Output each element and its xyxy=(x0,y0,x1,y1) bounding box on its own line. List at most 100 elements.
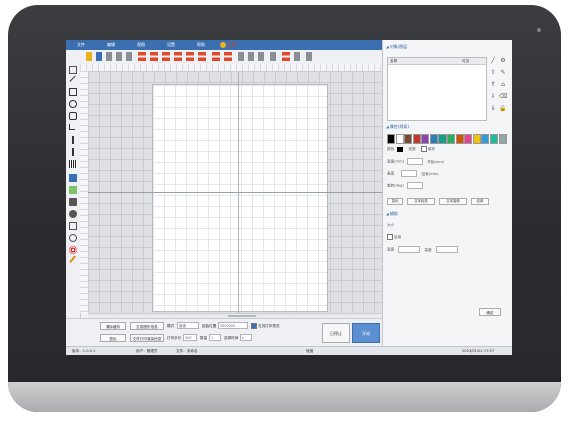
table-icon[interactable] xyxy=(69,198,77,206)
align-right-icon[interactable] xyxy=(162,52,170,61)
print-preview-check[interactable]: 支持打印预览 xyxy=(251,322,280,330)
render-info-button[interactable]: 文件打印渲染信息 xyxy=(130,334,164,342)
menu-file[interactable]: 文件 xyxy=(66,40,96,50)
layers-list[interactable]: 名称 可见 xyxy=(387,57,487,121)
swatch-gray[interactable] xyxy=(498,134,507,144)
apply-button[interactable]: 应用 xyxy=(471,198,489,205)
align-left-icon[interactable] xyxy=(138,52,146,61)
zoom-fit-icon[interactable] xyxy=(258,52,264,61)
transform-button[interactable]: 变化 xyxy=(387,198,403,205)
swatch-yellow[interactable] xyxy=(472,134,481,144)
grid-icon[interactable] xyxy=(270,52,276,61)
theme-menu[interactable]: 主题 xyxy=(220,42,236,48)
zoom-out-icon[interactable] xyxy=(248,52,254,61)
current-color-icon[interactable] xyxy=(397,146,404,152)
edit-icon[interactable]: ╱ xyxy=(489,57,497,65)
interval-label: 选择时间 xyxy=(224,336,239,340)
date-icon[interactable] xyxy=(69,234,77,242)
vertical-text-icon[interactable] xyxy=(72,148,74,156)
count-input[interactable]: 1 xyxy=(209,334,221,341)
lock-layer-icon[interactable]: 🔒 xyxy=(499,105,507,113)
align-bottom-icon[interactable] xyxy=(198,52,206,61)
menu-help[interactable]: 帮助 xyxy=(186,40,216,50)
line-icon[interactable] xyxy=(69,75,77,83)
label-page[interactable] xyxy=(152,84,328,312)
polyline-icon[interactable] xyxy=(69,124,75,130)
barcode-icon[interactable] xyxy=(69,160,77,168)
aux-width-input[interactable] xyxy=(398,246,421,253)
interval-input[interactable]: s xyxy=(240,334,252,341)
pencil-icon[interactable] xyxy=(69,255,77,264)
text-rotate-button[interactable]: 文本旋转 xyxy=(439,198,467,205)
distribute-h-icon[interactable] xyxy=(212,52,220,61)
align-center-icon[interactable] xyxy=(150,52,158,61)
step-input[interactable]: 500 xyxy=(183,334,197,341)
settings-icon[interactable]: ⚙ xyxy=(499,57,507,65)
move-top-icon[interactable]: ⇑ xyxy=(489,81,497,89)
swatch-pink[interactable] xyxy=(464,134,473,144)
swatch-blue[interactable] xyxy=(429,134,438,144)
scroll-thumb[interactable] xyxy=(228,315,256,317)
home-icon[interactable]: ⌂ xyxy=(499,81,507,89)
select-icon[interactable] xyxy=(69,66,77,74)
swatch-black[interactable] xyxy=(387,134,396,144)
menu-view[interactable]: 视图 xyxy=(126,40,156,50)
rotation-input[interactable] xyxy=(406,182,423,189)
menu-settings[interactable]: 设置 xyxy=(156,40,186,50)
rounded-rect-icon[interactable] xyxy=(69,112,77,120)
move-up-icon[interactable]: ⇧ xyxy=(489,69,497,77)
fill-checkbox[interactable] xyxy=(420,146,427,152)
exit-button[interactable]: 退出 xyxy=(100,334,126,342)
vertical-guide xyxy=(238,71,239,313)
text-icon[interactable] xyxy=(72,136,74,144)
image-icon[interactable] xyxy=(69,174,77,182)
height-input[interactable] xyxy=(401,170,418,177)
clear-cache-button[interactable]: 清除缓存 xyxy=(100,322,126,330)
rectangle-icon[interactable] xyxy=(69,88,77,96)
horizontal-guide xyxy=(88,192,382,193)
design-canvas[interactable] xyxy=(88,71,382,313)
group-icon[interactable] xyxy=(282,52,290,61)
swatch-sky[interactable] xyxy=(481,134,490,144)
align-top-icon[interactable] xyxy=(174,52,182,61)
swatch-green[interactable] xyxy=(447,134,456,144)
swatch-purple[interactable] xyxy=(421,134,430,144)
mode-select[interactable]: 普通 xyxy=(177,322,199,329)
swatch-mint[interactable] xyxy=(489,134,499,144)
text-check-button[interactable]: 文本检查 xyxy=(407,198,435,205)
start-button[interactable]: 开始 xyxy=(352,323,380,343)
menu-edit[interactable]: 编辑 xyxy=(96,40,126,50)
move-bottom-icon[interactable]: ⇓ xyxy=(489,105,497,113)
zoom-in-icon[interactable] xyxy=(238,52,244,61)
swatch-orange[interactable] xyxy=(455,134,464,144)
redo-icon[interactable] xyxy=(126,52,132,61)
align-middle-icon[interactable] xyxy=(186,52,194,61)
stop-button[interactable]: 已停止 xyxy=(322,323,350,343)
undo-icon[interactable] xyxy=(116,52,122,61)
distribute-v-icon[interactable] xyxy=(224,52,232,61)
brush-icon[interactable]: ✎ xyxy=(499,69,507,77)
lock-icon[interactable] xyxy=(306,52,312,61)
save-icon[interactable] xyxy=(96,52,102,61)
ok-button[interactable]: 确定 xyxy=(479,308,501,316)
swatch-white[interactable] xyxy=(395,134,404,144)
pin-icon[interactable] xyxy=(294,52,300,61)
open-icon[interactable] xyxy=(86,52,92,61)
swatch-brown[interactable] xyxy=(404,134,413,144)
swatch-teal[interactable] xyxy=(438,134,447,144)
picture-icon[interactable] xyxy=(69,186,77,194)
frame-icon[interactable] xyxy=(69,222,77,230)
move-down-icon[interactable]: ⇩ xyxy=(489,93,497,101)
color-palette xyxy=(387,134,507,144)
ellipse-icon[interactable] xyxy=(69,100,77,108)
swatch-red[interactable] xyxy=(412,134,421,144)
aux-enable-row[interactable]: 启用 xyxy=(387,234,401,241)
width-input[interactable] xyxy=(407,158,424,165)
target-icon[interactable] xyxy=(69,246,77,254)
aux-height-input[interactable] xyxy=(435,246,458,253)
delete-icon[interactable]: ⌫ xyxy=(499,93,507,101)
print-icon[interactable] xyxy=(106,52,112,61)
start-position-input[interactable]: 0000000 xyxy=(218,322,248,329)
generate-graphics-button[interactable]: 生成图形信息 xyxy=(130,322,164,330)
circle-fill-icon[interactable] xyxy=(69,210,77,218)
